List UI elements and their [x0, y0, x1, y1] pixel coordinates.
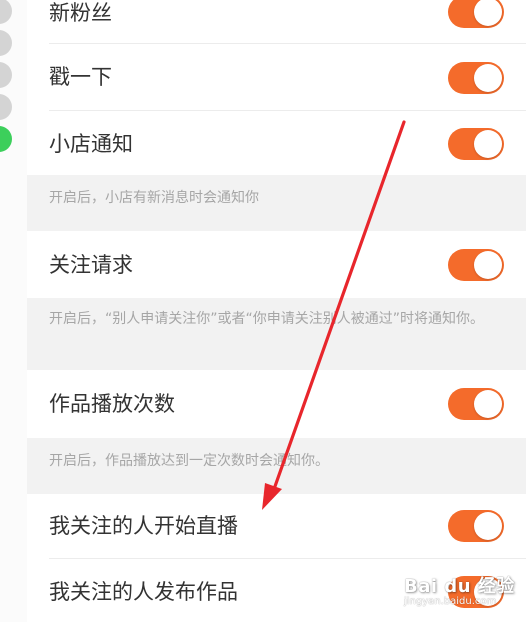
play-count-description: 开启后，作品播放达到一定次数时会通知你。 — [27, 438, 526, 494]
notification-settings-page: 新粉丝 戳一下 小店通知 开启后，小店有新消息时会通知你 关注请求 开启后，“别… — [0, 0, 526, 622]
follow-request-toggle[interactable] — [448, 249, 504, 281]
setting-row-followed-live[interactable]: 我关注的人开始直播 — [27, 494, 526, 559]
setting-row-follow-request[interactable]: 关注请求 — [27, 231, 526, 298]
description-text: 开启后，小店有新消息时会通知你 — [49, 190, 259, 206]
edge-dot — [0, 30, 12, 56]
watermark-logo: Bai du 经验 — [404, 576, 515, 597]
edge-dot — [0, 94, 12, 120]
background-app-edge — [0, 0, 27, 622]
toggle-knob — [474, 390, 502, 418]
edge-dot — [0, 0, 12, 24]
toggle-knob — [474, 0, 502, 26]
toggle-knob — [474, 64, 502, 92]
edge-dot — [0, 62, 12, 88]
description-text: 开启后，作品播放达到一定次数时会通知你。 — [49, 453, 329, 469]
setting-row-play-count[interactable]: 作品播放次数 — [27, 370, 526, 438]
setting-label: 戳一下 — [49, 65, 112, 89]
description-text: 开启后，“别人申请关注你”或者“你申请关注别人被通过”时将通知你。 — [49, 311, 485, 327]
setting-label: 关注请求 — [49, 253, 133, 277]
edge-dot-active — [0, 126, 12, 152]
setting-label: 我关注的人开始直播 — [49, 514, 238, 538]
baidu-jingyan-watermark: Bai du 经验 jingyan.baidu.com — [404, 568, 514, 614]
setting-row-poke[interactable]: 戳一下 — [27, 44, 526, 111]
toggle-knob — [474, 512, 502, 540]
setting-row-new-followers[interactable]: 新粉丝 — [27, 0, 526, 44]
toggle-knob — [474, 251, 502, 279]
setting-label: 作品播放次数 — [49, 392, 175, 416]
play-count-toggle[interactable] — [448, 388, 504, 420]
follow-request-description: 开启后，“别人申请关注你”或者“你申请关注别人被通过”时将通知你。 — [27, 298, 526, 370]
new-followers-toggle[interactable] — [448, 0, 504, 28]
setting-row-shop-notification[interactable]: 小店通知 — [27, 111, 526, 175]
followed-live-toggle[interactable] — [448, 510, 504, 542]
shop-notification-description: 开启后，小店有新消息时会通知你 — [27, 175, 526, 231]
watermark-url: jingyan.baidu.com — [404, 596, 497, 607]
shop-notification-toggle[interactable] — [448, 128, 504, 160]
setting-label: 新粉丝 — [49, 1, 112, 25]
toggle-knob — [474, 130, 502, 158]
setting-label: 我关注的人发布作品 — [49, 580, 238, 604]
setting-label: 小店通知 — [49, 132, 133, 156]
poke-toggle[interactable] — [448, 62, 504, 94]
